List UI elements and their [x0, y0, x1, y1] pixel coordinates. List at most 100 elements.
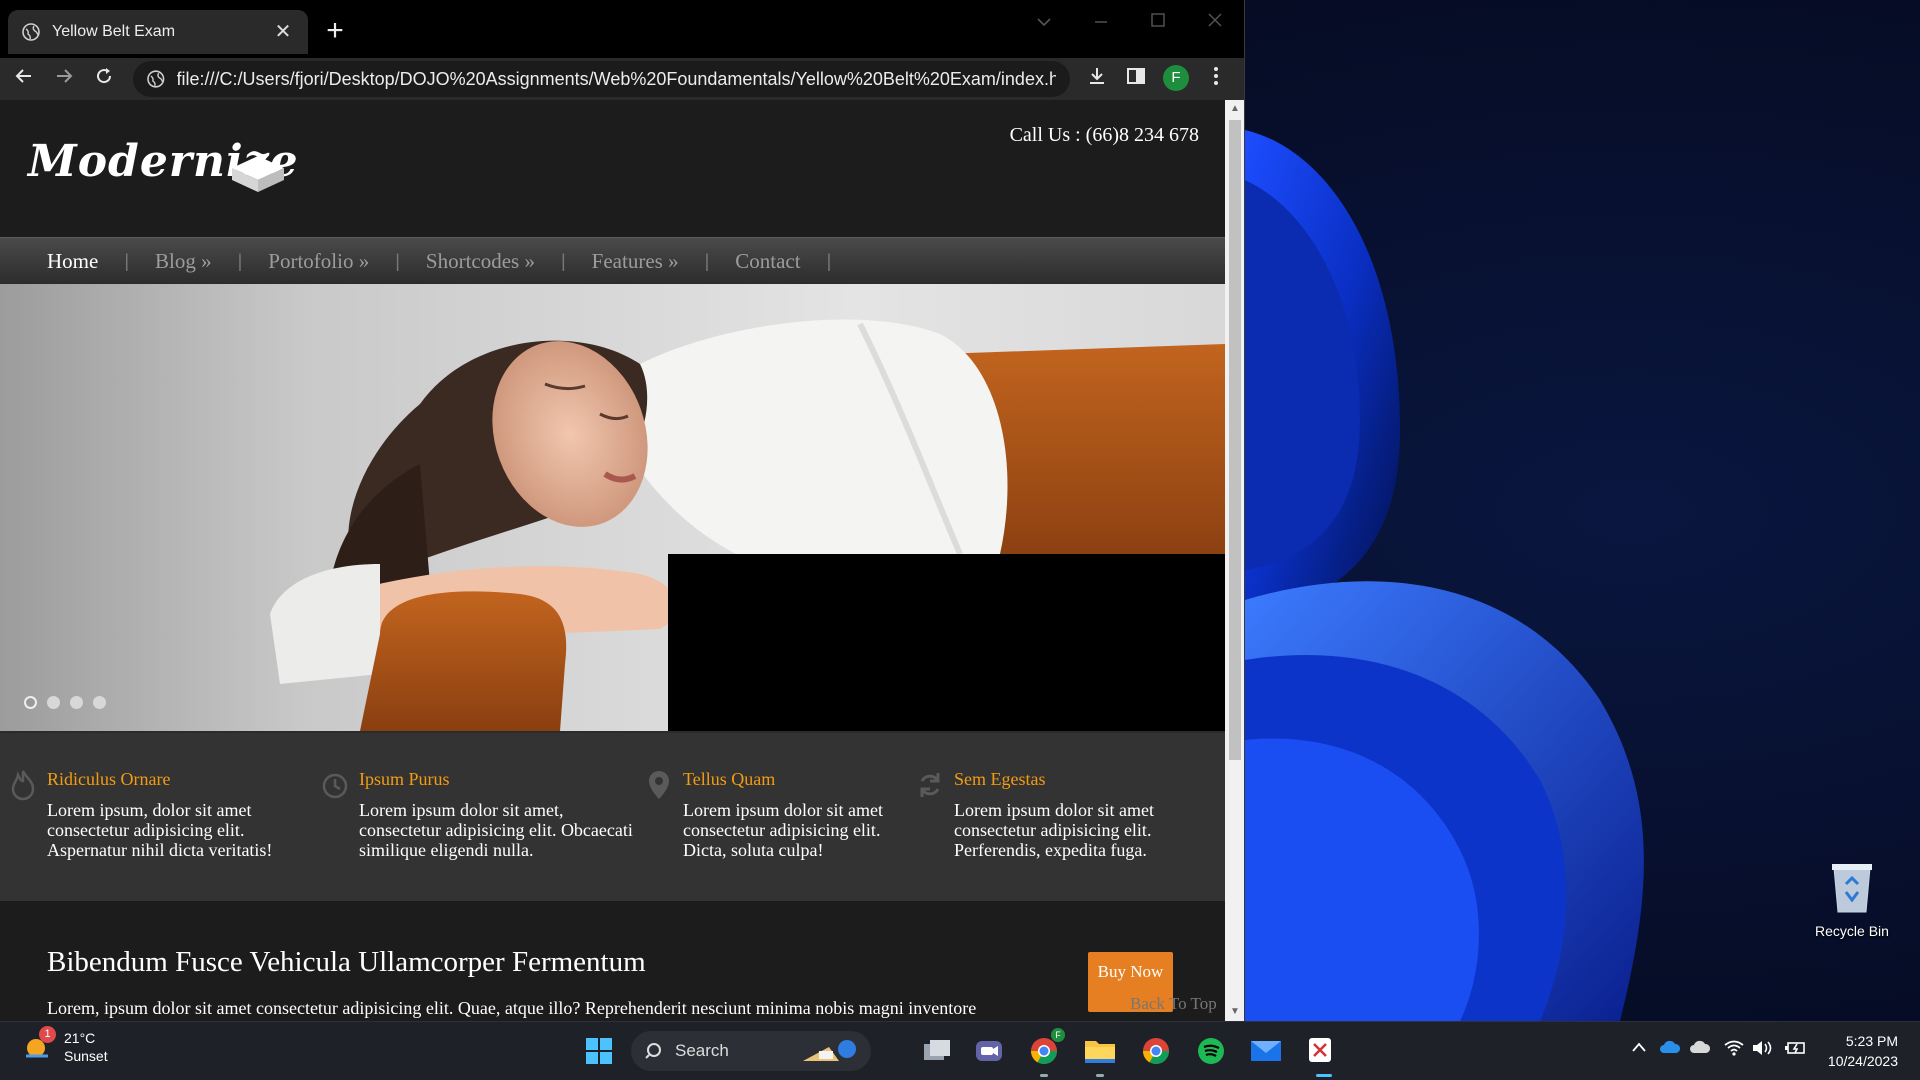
scroll-down-arrow-icon[interactable]: ▼ — [1225, 1003, 1244, 1021]
features-section: Ridiculus Ornare Lorem ipsum, dolor sit … — [0, 731, 1225, 901]
side-panel-icon[interactable] — [1121, 64, 1151, 94]
browser-titlebar: Yellow Belt Exam ✕ + — [0, 0, 1244, 58]
feature-title: Ridiculus Ornare — [47, 769, 171, 789]
show-hidden-icons-chevron[interactable] — [1631, 1040, 1647, 1058]
slider-dot[interactable] — [93, 696, 106, 709]
volume-icon[interactable] — [1752, 1040, 1774, 1061]
tab-close-icon[interactable]: ✕ — [272, 21, 294, 43]
taskbar-search[interactable]: Search — [631, 1031, 871, 1071]
feature-item: Ridiculus Ornare Lorem ipsum, dolor sit … — [11, 769, 317, 860]
site-info-globe-icon[interactable] — [147, 70, 165, 88]
chrome-profile-taskbar-button[interactable]: F — [1027, 1028, 1065, 1068]
feature-title: Tellus Quam — [683, 769, 776, 789]
start-button[interactable] — [582, 1034, 616, 1068]
battery-icon[interactable] — [1785, 1040, 1807, 1061]
logo-cube-icon — [232, 156, 284, 192]
snipping-tool-icon — [1309, 1038, 1331, 1062]
tab-search-chevron-icon[interactable] — [1024, 6, 1064, 36]
recycle-bin-desktop-icon[interactable]: Recycle Bin — [1803, 858, 1901, 939]
scrollbar-thumb[interactable] — [1229, 120, 1241, 760]
browser-tab[interactable]: Yellow Belt Exam ✕ — [8, 10, 308, 54]
reload-icon[interactable] — [89, 64, 119, 94]
search-highlight-icon — [803, 1040, 856, 1061]
nav-divider: | — [395, 250, 400, 271]
file-explorer-button[interactable] — [1083, 1034, 1117, 1068]
chrome-profile-badge: F — [1051, 1028, 1065, 1042]
weather-temperature: 21°C — [64, 1030, 96, 1046]
content-paragraph: Lorem, ipsum dolor sit amet consectetur … — [47, 998, 977, 1018]
feature-text: Lorem ipsum dolor sit amet, consectetur … — [359, 800, 633, 860]
maximize-button[interactable] — [1138, 6, 1178, 36]
weather-widget[interactable]: 1 21°C Sunset — [22, 1026, 108, 1064]
clock-time: 5:23 PM — [1845, 1033, 1898, 1049]
feature-text: Lorem ipsum dolor sit amet consectetur a… — [954, 800, 1154, 860]
teams-chat-button[interactable] — [972, 1034, 1006, 1068]
running-indicator — [1040, 1074, 1048, 1077]
onedrive-personal-icon[interactable] — [1689, 1040, 1711, 1059]
content-section: Bibendum Fusce Vehicula Ullamcorper Ferm… — [0, 901, 1225, 1021]
nav-item-contact[interactable]: Contact — [735, 249, 800, 274]
snipping-tool-button[interactable] — [1303, 1034, 1337, 1068]
map-pin-icon — [649, 771, 669, 799]
download-icon[interactable] — [1082, 64, 1112, 94]
nav-item-blog[interactable]: Blog » — [155, 249, 212, 274]
hero-caption-box — [668, 554, 1225, 731]
nav-divider: | — [124, 250, 130, 271]
forward-arrow-icon[interactable] — [49, 64, 79, 94]
url-text[interactable]: file:///C:/Users/fjori/Desktop/DOJO%20As… — [177, 69, 1056, 90]
menu-kebab-icon[interactable] — [1201, 64, 1231, 94]
nav-divider: | — [826, 250, 832, 271]
chrome-icon — [1142, 1038, 1170, 1065]
nav-divider: | — [560, 250, 566, 271]
slider-dot[interactable] — [24, 696, 37, 709]
globe-icon — [22, 23, 40, 41]
nav-item-home[interactable]: Home — [47, 249, 98, 274]
feature-title: Sem Egestas — [954, 769, 1046, 789]
main-navigation: Home | Blog » | Portofolio » | Shortcode… — [0, 237, 1225, 284]
wifi-icon[interactable] — [1724, 1040, 1744, 1061]
address-bar[interactable]: file:///C:/Users/fjori/Desktop/DOJO%20As… — [133, 61, 1070, 97]
feature-item: Ipsum Purus Lorem ipsum dolor sit amet, … — [322, 769, 649, 860]
weather-description: Sunset — [64, 1048, 108, 1064]
task-view-icon — [924, 1040, 950, 1060]
recycle-bin-icon — [1832, 864, 1872, 913]
fire-icon — [11, 770, 35, 801]
clock-date: 10/24/2023 — [1827, 1053, 1898, 1069]
clock-icon — [322, 773, 348, 799]
folder-icon — [1085, 1041, 1115, 1063]
system-clock[interactable]: 5:23 PM 10/24/2023 — [1828, 1031, 1898, 1071]
nav-item-shortcodes[interactable]: Shortcodes » — [426, 249, 535, 274]
close-window-button[interactable] — [1195, 6, 1235, 36]
feature-item: Tellus Quam Lorem ipsum dolor sit amet c… — [649, 769, 923, 860]
page-scrollbar[interactable]: ▲ ▼ — [1225, 100, 1244, 1021]
slider-dot[interactable] — [47, 696, 60, 709]
mail-button[interactable] — [1249, 1034, 1283, 1068]
feature-item: Sem Egestas Lorem ipsum dolor sit amet c… — [920, 769, 1204, 860]
spotify-icon — [1198, 1038, 1224, 1064]
back-to-top-link[interactable]: Back To Top — [1130, 994, 1217, 1014]
weather-badge: 1 — [39, 1026, 56, 1043]
profile-avatar[interactable]: F — [1163, 65, 1189, 91]
scroll-up-arrow-icon[interactable]: ▲ — [1225, 100, 1244, 118]
browser-window: Yellow Belt Exam ✕ + file:///C:/Users/fj… — [0, 0, 1245, 1021]
task-view-button[interactable] — [920, 1034, 954, 1068]
search-icon — [645, 1043, 661, 1059]
new-tab-button[interactable]: + — [320, 16, 350, 47]
feature-text: Lorem ipsum, dolor sit amet consectetur … — [47, 800, 273, 860]
teams-icon — [976, 1041, 1002, 1061]
search-label: Search — [675, 1041, 729, 1060]
active-indicator — [1316, 1074, 1332, 1077]
back-arrow-icon[interactable] — [9, 64, 39, 94]
nav-divider: | — [704, 250, 710, 271]
browser-toolbar: file:///C:/Users/fjori/Desktop/DOJO%20As… — [0, 58, 1244, 100]
minimize-button[interactable] — [1081, 6, 1121, 36]
spotify-button[interactable] — [1194, 1034, 1228, 1068]
hero-slider — [0, 284, 1225, 731]
nav-divider: | — [237, 250, 243, 271]
nav-item-features[interactable]: Features » — [592, 249, 679, 274]
slider-dot[interactable] — [70, 696, 83, 709]
nav-item-portofolio[interactable]: Portofolio » — [268, 249, 369, 274]
onedrive-icon[interactable] — [1659, 1040, 1681, 1059]
chrome-taskbar-button[interactable] — [1139, 1034, 1173, 1068]
feature-text: Lorem ipsum dolor sit amet consectetur a… — [683, 800, 883, 860]
